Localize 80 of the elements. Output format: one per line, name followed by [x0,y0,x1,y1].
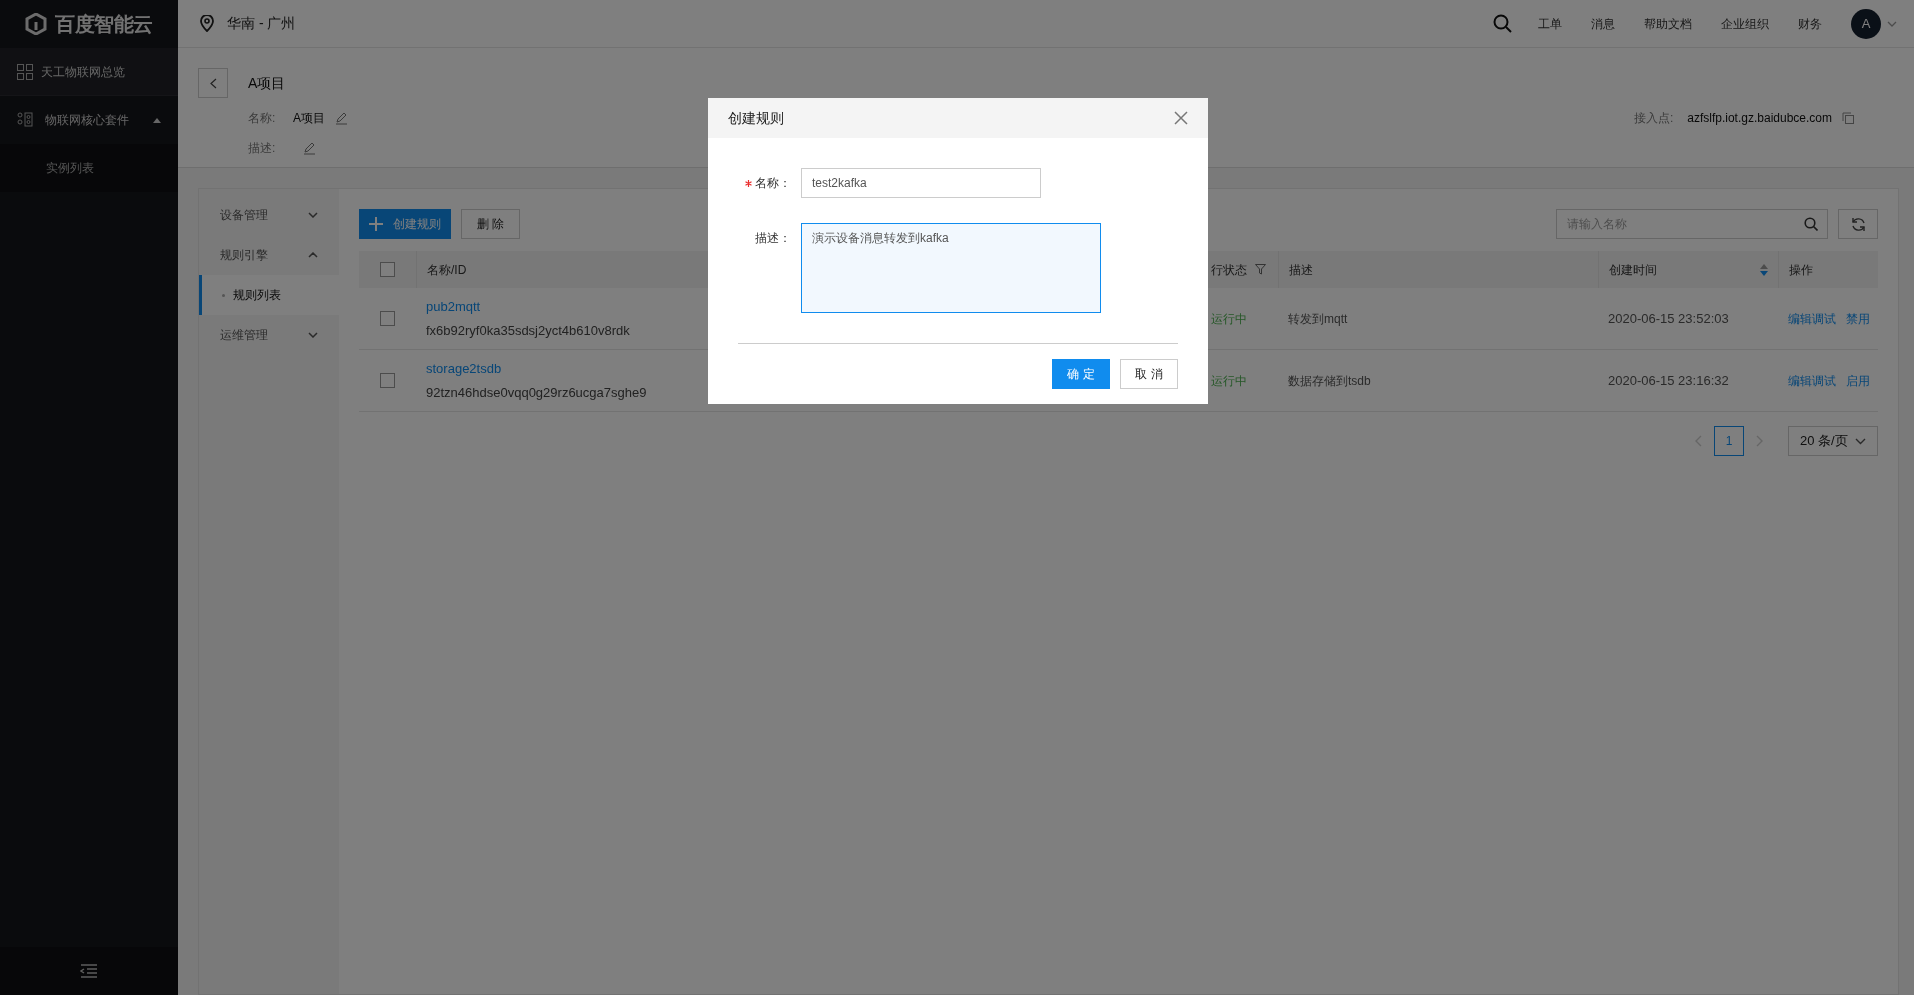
rule-id: 92tzn46hdse0vqq0g29rz6ucga7sghe9 [426,383,647,402]
header-link[interactable]: 财务 [1798,14,1822,33]
chevron-left-icon[interactable] [1694,435,1702,447]
nav-group[interactable]: 设备管理 [199,195,339,235]
chevron-down-icon [1855,437,1866,445]
chevron-down-icon [308,332,318,338]
search-icon[interactable] [1493,14,1512,33]
action-link[interactable]: 编辑调试 [1788,309,1836,328]
field-label: 描述： [755,230,791,247]
confirm-button[interactable]: 确 定 [1052,359,1110,389]
sidebar-group[interactable]: 物联网核心套件 [0,96,178,144]
search-icon[interactable] [1804,217,1818,231]
column-header: 创建时间 [1609,261,1657,279]
create-rule-button[interactable]: 创建规则 [359,209,451,239]
column-header: 操作 [1789,261,1813,279]
name-input[interactable]: test2kafka [801,168,1041,198]
filter-icon[interactable] [1255,264,1266,275]
required-asterisk-icon [745,179,752,187]
sidebar-item[interactable]: 天工物联网总览 [0,48,178,96]
logo-icon [25,13,48,35]
column-header: 行状态 [1211,261,1247,279]
rule-name-link[interactable]: storage2tsdb [426,359,502,379]
status-text: 运行中 [1211,311,1247,326]
field-label: 名称： [755,175,791,192]
page-number[interactable]: 1 [1714,426,1744,456]
copy-icon[interactable] [1842,112,1854,124]
nav-group[interactable]: 规则引擎 [199,235,339,275]
action-link[interactable]: 禁用 [1846,309,1870,328]
delete-button[interactable]: 删 除 [461,209,521,239]
plus-icon [369,217,383,231]
page-size-select[interactable]: 20 条/页 [1788,426,1878,456]
table-cell: 数据存储到tsdb [1288,373,1371,388]
field-value: A项目 [293,110,325,127]
logo-text: 百度智能云 [55,12,153,37]
caret-up-icon [153,117,161,123]
region-selector[interactable]: 华南 - 广州 [227,13,296,34]
chevron-down-icon[interactable] [1887,20,1897,27]
column-header: 描述 [1289,261,1313,279]
avatar[interactable]: A [1851,8,1881,39]
field-label: 名称: [248,110,277,127]
close-icon[interactable] [1174,111,1188,125]
collapse-menu-icon[interactable] [80,964,98,978]
column-header: 名称/ID [427,261,467,279]
project-title: A项目 [248,73,287,93]
pencil-icon[interactable] [335,111,348,125]
back-button[interactable] [198,68,228,98]
row-checkbox[interactable] [380,373,395,388]
chevron-up-icon [308,252,318,258]
refresh-button[interactable] [1838,209,1878,239]
header-link[interactable]: 企业组织 [1721,14,1769,33]
header-link[interactable]: 消息 [1591,14,1615,33]
grid-icon [17,63,33,80]
chevron-right-icon[interactable] [1756,435,1764,447]
rule-name-link[interactable]: pub2mqtt [426,297,481,317]
chevron-down-icon [308,212,318,218]
header-link[interactable]: 工单 [1538,14,1562,33]
field-label: 接入点: [1633,110,1674,127]
refresh-icon [1850,216,1866,232]
location-pin-icon [200,15,214,32]
nav-group[interactable]: 运维管理 [199,315,339,355]
cancel-button[interactable]: 取 消 [1120,359,1178,389]
action-link[interactable]: 编辑调试 [1788,371,1836,390]
select-all-checkbox[interactable] [380,262,395,277]
sort-icon[interactable] [1760,262,1768,277]
table-cell: 2020-06-15 23:52:03 [1608,310,1729,326]
pencil-icon[interactable] [303,141,316,155]
rule-id: fx6b92ryf0ka35sdsj2yct4b610v8rdk [426,321,630,340]
row-checkbox[interactable] [380,311,395,326]
table-cell: 2020-06-15 23:16:32 [1608,372,1729,388]
chevron-left-icon [209,77,217,89]
header-link[interactable]: 帮助文档 [1644,14,1692,33]
status-text: 运行中 [1211,373,1247,388]
description-textarea[interactable]: 演示设备消息转发到kafka [801,223,1101,313]
action-link[interactable]: 启用 [1846,371,1870,390]
nav-item[interactable]: 规则列表 [199,275,339,315]
table-cell: 转发到mqtt [1288,311,1348,326]
dialog-title: 创建规则 [728,108,784,128]
endpoint-value: azfslfp.iot.gz.baidubce.com [1687,110,1832,127]
field-label: 描述: [248,140,277,157]
modules-icon [17,112,33,128]
